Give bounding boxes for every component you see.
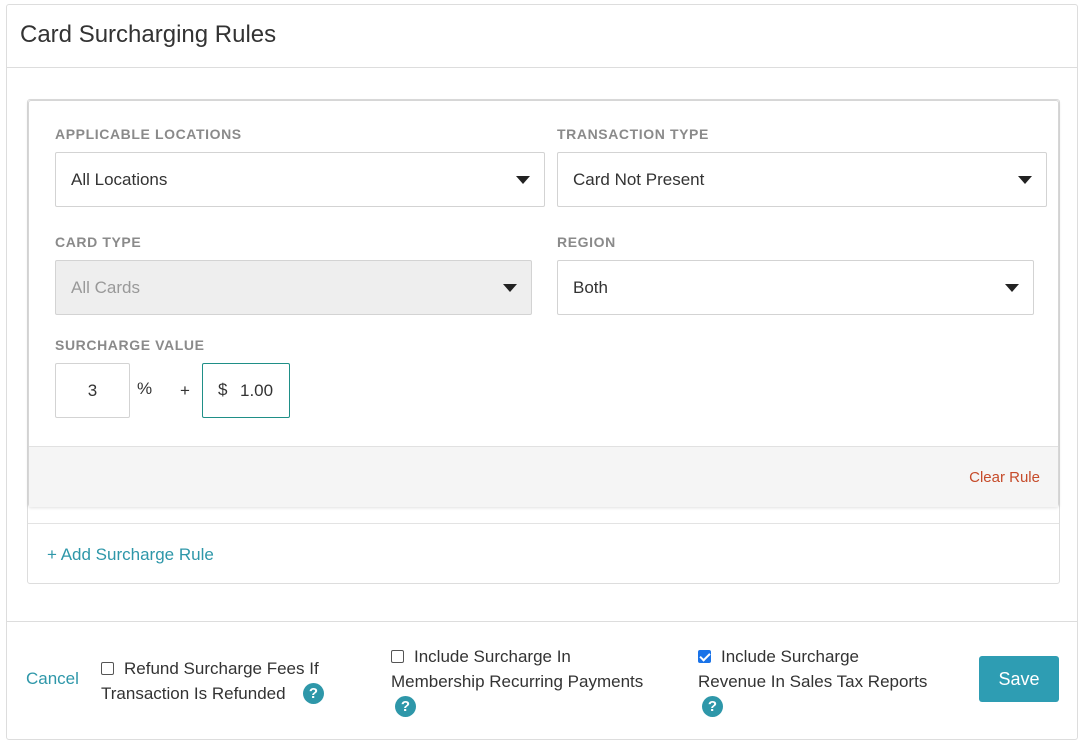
include-membership-checkbox[interactable] [391, 650, 404, 663]
chevron-down-icon [1005, 284, 1019, 292]
chevron-down-icon [503, 284, 517, 292]
page-title: Card Surcharging Rules [20, 21, 277, 48]
currency-symbol: $ [218, 380, 228, 399]
help-icon[interactable]: ? [303, 683, 324, 704]
region-select[interactable]: Both [557, 260, 1034, 315]
panel-header: Card Surcharging Rules [7, 5, 1077, 68]
surcharge-percent-input[interactable]: 3 [55, 363, 130, 418]
add-surcharge-rule-link[interactable]: + Add Surcharge Rule [47, 545, 214, 565]
region-label: REGION [557, 234, 616, 250]
rules-container: APPLICABLE LOCATIONS All Locations TRANS… [27, 99, 1060, 584]
transaction-type-label: TRANSACTION TYPE [557, 126, 709, 142]
include-membership-label-line2: Membership Recurring Payments [391, 672, 644, 691]
chevron-down-icon [516, 176, 530, 184]
cancel-link[interactable]: Cancel [26, 669, 79, 689]
refund-surcharge-label-line1: Refund Surcharge Fees If [124, 659, 319, 678]
region-value: Both [573, 278, 608, 297]
panel-footer: Cancel Refund Surcharge Fees If Transact… [7, 621, 1077, 740]
surcharge-flat-value: 1.00 [240, 381, 274, 400]
applicable-locations-select[interactable]: All Locations [55, 152, 545, 207]
rule-footer: Clear Rule [29, 446, 1058, 507]
help-icon[interactable]: ? [702, 696, 723, 717]
refund-surcharge-checkbox[interactable] [101, 662, 114, 675]
card-type-select: All Cards [55, 260, 532, 315]
surcharge-percent-value: 3 [87, 381, 98, 400]
applicable-locations-label: APPLICABLE LOCATIONS [55, 126, 242, 142]
transaction-type-select[interactable]: Card Not Present [557, 152, 1047, 207]
include-sales-tax-label-line2: Revenue In Sales Tax Reports [698, 672, 928, 691]
applicable-locations-value: All Locations [71, 170, 168, 189]
surcharge-rule-card: APPLICABLE LOCATIONS All Locations TRANS… [28, 100, 1059, 507]
plus-symbol: + [180, 381, 190, 400]
include-membership-label-line1: Include Surcharge In [414, 647, 571, 666]
include-sales-tax-checkbox[interactable] [698, 650, 711, 663]
refund-surcharge-label-line2: Transaction Is Refunded [101, 684, 286, 703]
percent-symbol: % [137, 379, 153, 398]
divider [28, 523, 1059, 524]
card-type-label: CARD TYPE [55, 234, 142, 250]
surcharge-flat-input[interactable]: $ 1.00 [202, 363, 290, 418]
transaction-type-value: Card Not Present [573, 170, 705, 189]
help-icon[interactable]: ? [395, 696, 416, 717]
clear-rule-link[interactable]: Clear Rule [969, 469, 1040, 486]
surcharge-panel: Card Surcharging Rules APPLICABLE LOCATI… [6, 4, 1078, 740]
card-type-value: All Cards [71, 278, 140, 297]
include-sales-tax-label-line1: Include Surcharge [721, 647, 859, 666]
save-button[interactable]: Save [979, 656, 1059, 702]
chevron-down-icon [1018, 176, 1032, 184]
surcharge-value-label: SURCHARGE VALUE [55, 337, 205, 353]
